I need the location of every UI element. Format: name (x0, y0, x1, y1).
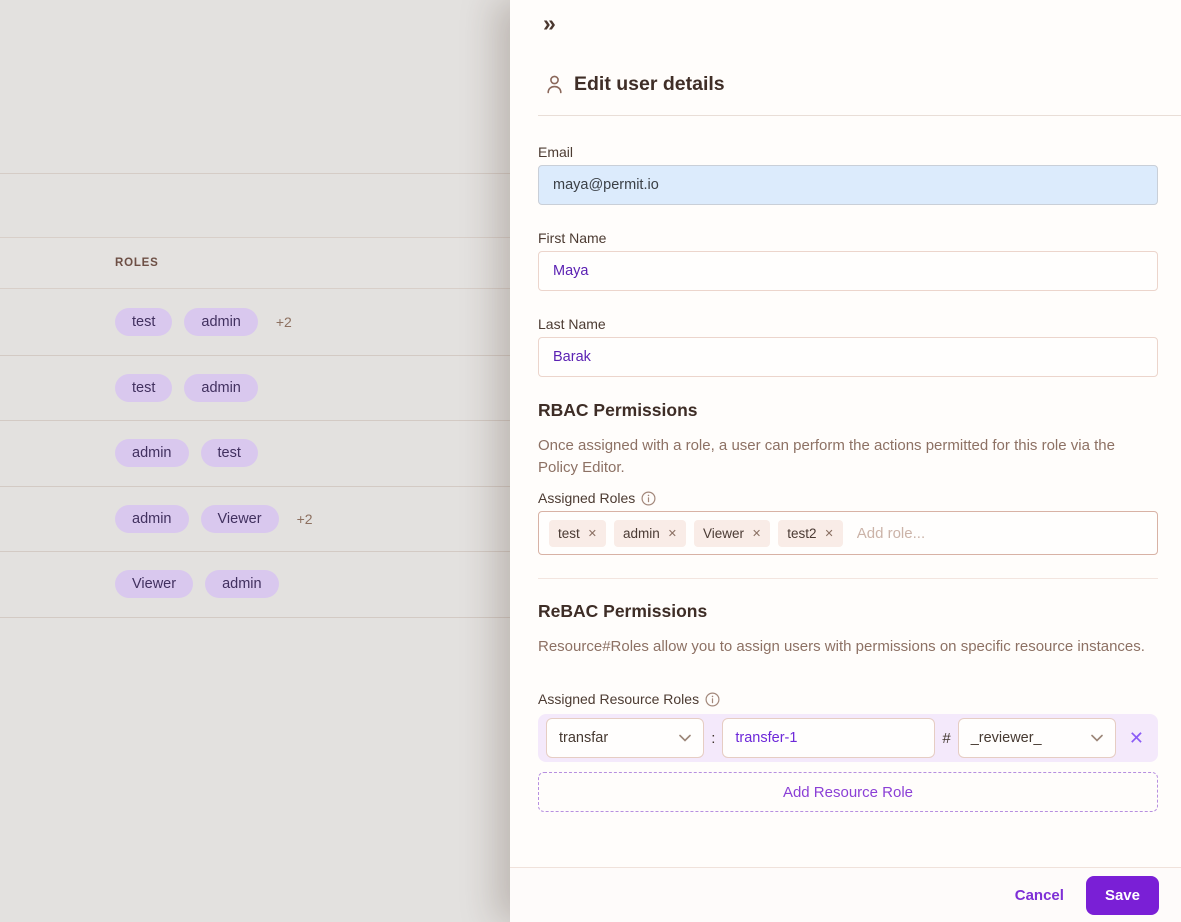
first-name-label: First Name (538, 230, 606, 246)
drawer-backdrop[interactable] (0, 0, 510, 922)
first-name-field[interactable] (538, 251, 1158, 291)
remove-role-icon[interactable]: ✕ (825, 527, 834, 540)
user-icon (546, 75, 563, 94)
remove-role-icon[interactable]: ✕ (752, 527, 761, 540)
rbac-section-heading: RBAC Permissions (538, 400, 1158, 421)
chevron-down-icon (679, 734, 691, 742)
rebac-section-description: Resource#Roles allow you to assign users… (538, 636, 1158, 658)
assigned-role-chip: Viewer ✕ (694, 520, 770, 547)
rbac-section-description: Once assigned with a role, a user can pe… (538, 435, 1158, 478)
assigned-roles-label: Assigned Roles (538, 490, 1158, 506)
resource-instance-field[interactable] (722, 718, 935, 758)
add-resource-role-button[interactable]: Add Resource Role (538, 772, 1158, 812)
header-divider (538, 115, 1181, 116)
email-field[interactable] (538, 165, 1158, 205)
email-label: Email (538, 144, 573, 160)
colon-separator: : (711, 730, 715, 747)
add-role-input[interactable] (851, 525, 1147, 542)
assigned-role-chip: admin ✕ (614, 520, 686, 547)
hash-separator: # (942, 730, 950, 747)
remove-resource-role-icon[interactable]: ✕ (1123, 729, 1150, 747)
last-name-label: Last Name (538, 316, 606, 332)
chevron-down-icon (1091, 734, 1103, 742)
drawer-header: Edit user details (546, 73, 725, 96)
collapse-drawer-icon[interactable]: » (543, 12, 556, 35)
edit-user-drawer: » Edit user details Email First Name Las… (510, 0, 1181, 922)
section-divider (538, 578, 1158, 579)
resource-role-select[interactable]: _reviewer_ (958, 718, 1116, 758)
cancel-button[interactable]: Cancel (1015, 887, 1064, 904)
info-icon[interactable] (705, 692, 720, 707)
assigned-role-chip-label: Viewer (703, 526, 744, 541)
assigned-role-chip: test2 ✕ (778, 520, 843, 547)
info-icon[interactable] (641, 491, 656, 506)
resource-role-row: transfar : # _reviewer_ ✕ (538, 714, 1158, 762)
page-title: Edit user details (574, 73, 725, 96)
assigned-role-chip-label: test (558, 526, 580, 541)
resource-select[interactable]: transfar (546, 718, 704, 758)
assigned-role-chip: test ✕ (549, 520, 606, 547)
remove-role-icon[interactable]: ✕ (588, 527, 597, 540)
drawer-footer: Cancel Save (510, 867, 1181, 922)
save-button[interactable]: Save (1086, 876, 1159, 915)
assigned-resource-roles-label: Assigned Resource Roles (538, 691, 1158, 707)
assigned-role-chip-label: admin (623, 526, 660, 541)
remove-role-icon[interactable]: ✕ (668, 527, 677, 540)
rebac-section-heading: ReBAC Permissions (538, 601, 1158, 622)
assigned-roles-input[interactable]: test ✕ admin ✕ Viewer ✕ test2 ✕ (538, 511, 1158, 555)
assigned-role-chip-label: test2 (787, 526, 816, 541)
last-name-field[interactable] (538, 337, 1158, 377)
